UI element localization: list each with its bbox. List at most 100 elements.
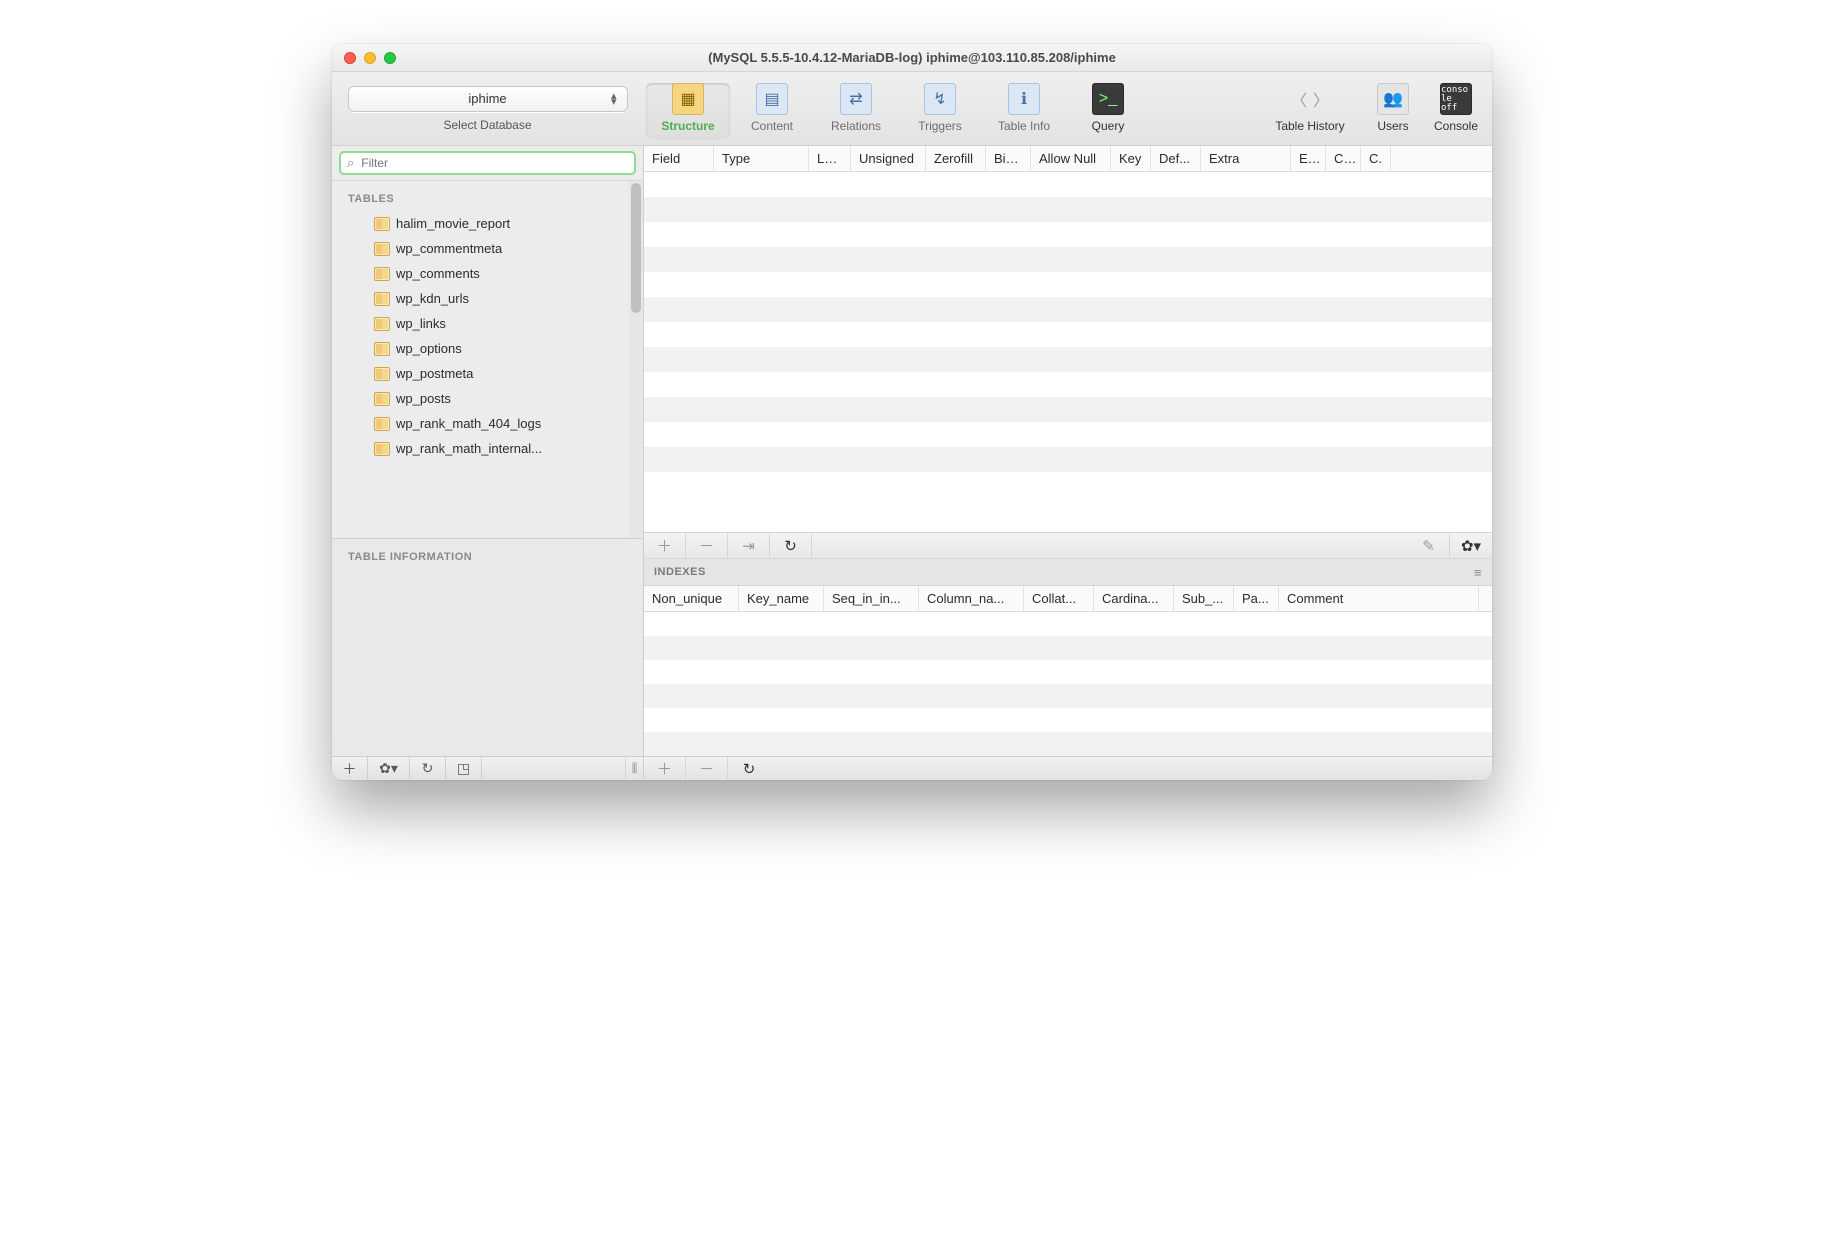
sidebar-scrollbar[interactable] <box>629 181 643 538</box>
column-header[interactable]: Field <box>644 146 714 171</box>
reload-indexes-button[interactable]: ↻ <box>728 757 770 780</box>
table-item[interactable]: wp_links <box>332 311 629 336</box>
table-row[interactable] <box>644 447 1492 472</box>
column-header[interactable]: Pa... <box>1234 586 1279 611</box>
table-row[interactable] <box>644 684 1492 708</box>
table-row[interactable] <box>644 322 1492 347</box>
table-icon <box>374 442 390 456</box>
column-header[interactable]: Le... <box>809 146 851 171</box>
table-item[interactable]: wp_options <box>332 336 629 361</box>
column-header[interactable]: Non_unique <box>644 586 739 611</box>
fields-settings-menu[interactable]: ✿▾ <box>1450 533 1492 558</box>
add-field-button[interactable]: ＋ <box>644 533 686 558</box>
indexes-menu-icon[interactable]: ≡ <box>1474 565 1482 580</box>
remove-index-button[interactable]: － <box>686 757 728 780</box>
edit-field-button[interactable]: ✎ <box>1408 533 1450 558</box>
column-header[interactable]: C... <box>1326 146 1361 171</box>
add-table-button[interactable]: ＋ <box>332 757 368 780</box>
column-header[interactable]: C. <box>1361 146 1391 171</box>
fields-header[interactable]: FieldTypeLe...UnsignedZerofillBin...Allo… <box>644 146 1492 172</box>
table-item[interactable]: wp_rank_math_internal... <box>332 436 629 461</box>
users-button[interactable]: 👥 Users <box>1364 83 1422 139</box>
app-window: (MySQL 5.5.5-10.4.12-MariaDB-log) iphime… <box>332 44 1492 780</box>
remove-field-button[interactable]: － <box>686 533 728 558</box>
filter-field[interactable]: ⌕ <box>339 151 636 175</box>
table-row[interactable] <box>644 636 1492 660</box>
table-row[interactable] <box>644 660 1492 684</box>
table-row[interactable] <box>644 732 1492 756</box>
database-select-value: iphime <box>468 91 506 106</box>
indexes-header[interactable]: Non_uniqueKey_nameSeq_in_in...Column_na.… <box>644 586 1492 612</box>
chevron-updown-icon: ▴▾ <box>611 93 617 105</box>
table-row[interactable] <box>644 397 1492 422</box>
toolbar: iphime ▴▾ Select Database ▦ Structure ▤ … <box>332 72 1492 146</box>
query-icon: >_ <box>1092 83 1124 115</box>
table-row[interactable] <box>644 422 1492 447</box>
table-row[interactable] <box>644 172 1492 197</box>
table-item[interactable]: halim_movie_report <box>332 211 629 236</box>
table-item[interactable]: wp_commentmeta <box>332 236 629 261</box>
table-actions-menu[interactable]: ✿▾ <box>368 757 410 780</box>
console-button[interactable]: console off Console <box>1422 83 1490 139</box>
column-header[interactable]: Bin... <box>986 146 1031 171</box>
duplicate-field-button[interactable]: ⇥ <box>728 533 770 558</box>
table-list[interactable]: TABLES halim_movie_reportwp_commentmetaw… <box>332 181 629 538</box>
tab-content[interactable]: ▤ Content <box>730 83 814 139</box>
table-item[interactable]: wp_kdn_urls <box>332 286 629 311</box>
column-header[interactable]: Def... <box>1151 146 1201 171</box>
tab-label: Query <box>1092 119 1125 133</box>
table-item[interactable]: wp_postmeta <box>332 361 629 386</box>
users-icon: 👥 <box>1377 83 1409 115</box>
table-row[interactable] <box>644 222 1492 247</box>
tab-tableinfo[interactable]: ℹ Table Info <box>982 83 1066 139</box>
table-row[interactable] <box>644 297 1492 322</box>
tab-relations[interactable]: ⇄ Relations <box>814 83 898 139</box>
fields-grid[interactable] <box>644 172 1492 532</box>
refresh-tables-button[interactable]: ↻ <box>410 757 446 780</box>
history-fwd-icon[interactable]: 〉 <box>1313 87 1329 111</box>
column-header[interactable]: Key_name <box>739 586 824 611</box>
column-header[interactable]: Extra <box>1201 146 1291 171</box>
table-item[interactable]: wp_rank_math_404_logs <box>332 411 629 436</box>
column-header[interactable]: Zerofill <box>926 146 986 171</box>
table-row[interactable] <box>644 347 1492 372</box>
tab-triggers[interactable]: ↯ Triggers <box>898 83 982 139</box>
column-header[interactable]: Allow Null <box>1031 146 1111 171</box>
table-icon <box>374 342 390 356</box>
table-name: wp_kdn_urls <box>396 291 469 306</box>
tab-query[interactable]: >_ Query <box>1066 83 1150 139</box>
table-row[interactable] <box>644 272 1492 297</box>
table-item[interactable]: wp_posts <box>332 386 629 411</box>
toggle-panel-button[interactable]: ◳ <box>446 757 482 780</box>
database-select[interactable]: iphime ▴▾ <box>348 86 628 112</box>
column-header[interactable]: Column_na... <box>919 586 1024 611</box>
resize-handle[interactable]: ⫼ <box>625 757 643 780</box>
column-header[interactable]: E... <box>1291 146 1326 171</box>
table-icon <box>374 317 390 331</box>
indexes-grid[interactable] <box>644 612 1492 756</box>
indexes-toolbar: ＋ － ↻ <box>644 756 1492 780</box>
column-header[interactable]: Seq_in_in... <box>824 586 919 611</box>
table-item[interactable]: wp_comments <box>332 261 629 286</box>
table-row[interactable] <box>644 372 1492 397</box>
column-header[interactable]: Cardina... <box>1094 586 1174 611</box>
column-header[interactable]: Key <box>1111 146 1151 171</box>
column-header[interactable]: Unsigned <box>851 146 926 171</box>
column-header[interactable]: Collat... <box>1024 586 1094 611</box>
reload-fields-button[interactable]: ↻ <box>770 533 812 558</box>
table-row[interactable] <box>644 197 1492 222</box>
sidebar: ⌕ TABLES halim_movie_reportwp_commentmet… <box>332 146 644 780</box>
table-row[interactable] <box>644 612 1492 636</box>
scrollbar-thumb[interactable] <box>631 183 641 313</box>
table-row[interactable] <box>644 708 1492 732</box>
tab-label: Content <box>751 119 793 133</box>
column-header[interactable]: Sub_... <box>1174 586 1234 611</box>
column-header[interactable]: Type <box>714 146 809 171</box>
column-header[interactable]: Comment <box>1279 586 1479 611</box>
filter-input[interactable] <box>359 155 628 171</box>
table-history[interactable]: 〈 〉 Table History <box>1256 83 1364 139</box>
history-back-icon[interactable]: 〈 <box>1291 87 1307 111</box>
table-row[interactable] <box>644 247 1492 272</box>
tab-structure[interactable]: ▦ Structure <box>646 83 730 139</box>
add-index-button[interactable]: ＋ <box>644 757 686 780</box>
